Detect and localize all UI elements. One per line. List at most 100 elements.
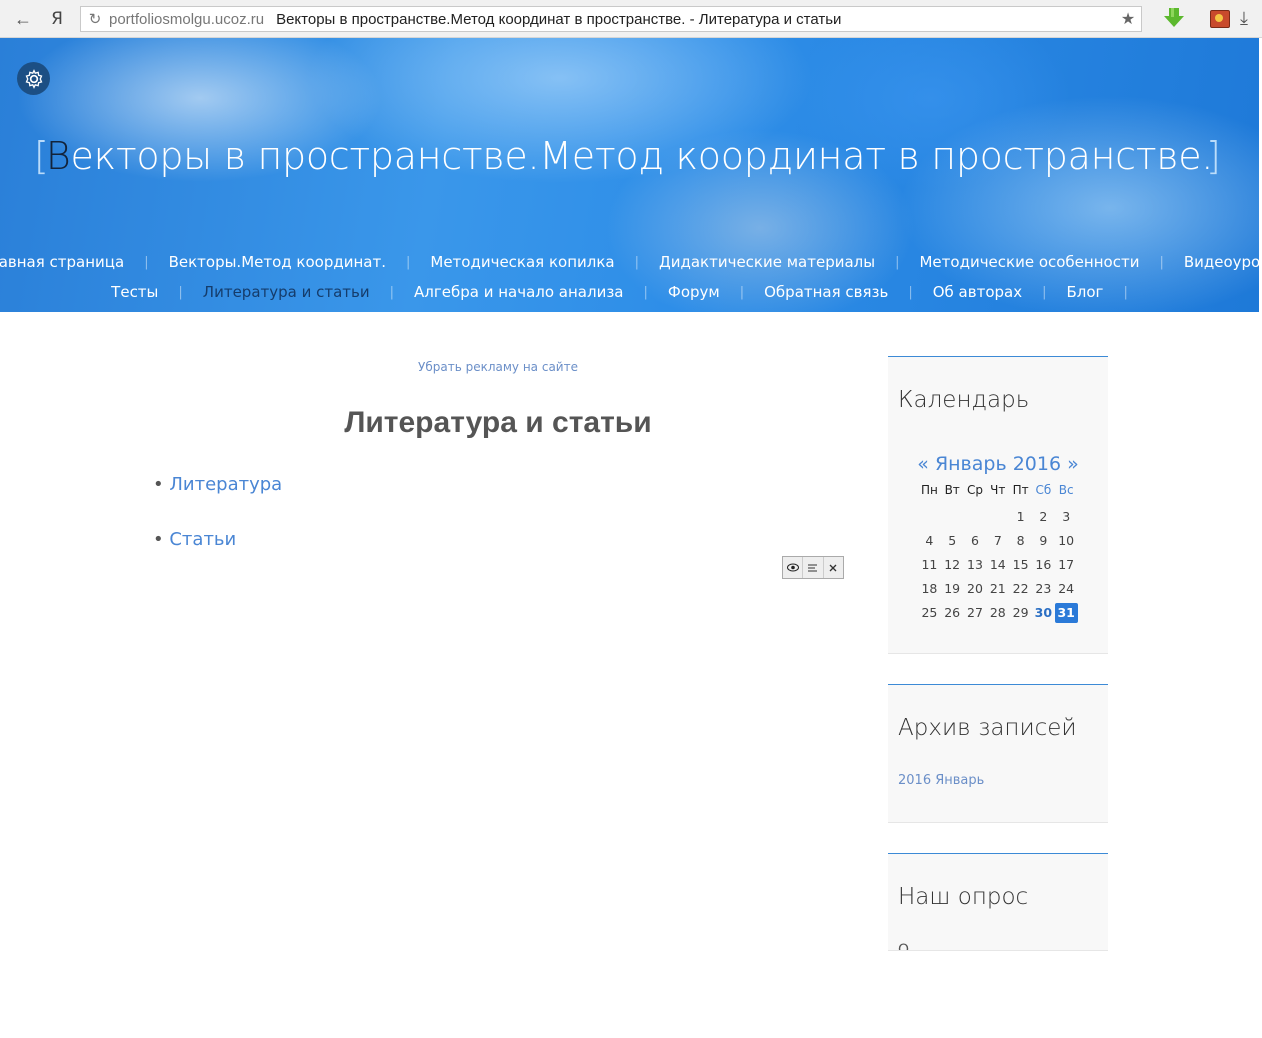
menu-item-algebra[interactable]: Алгебра и начало анализа: [414, 283, 624, 301]
calendar-day: 13: [967, 557, 983, 572]
menu-separator: |: [643, 284, 648, 300]
calendar-day: 12: [944, 557, 961, 572]
menu-item-methodical-collection[interactable]: Методическая копилка: [430, 253, 614, 271]
calendar-day: 14: [989, 557, 1006, 572]
menu-item-blog[interactable]: Блог: [1067, 283, 1104, 301]
site-title[interactable]: Векторы в пространстве.Метод координат в…: [0, 134, 1259, 178]
menu-separator: |: [739, 284, 745, 300]
site-header: [ Векторы в пространстве.Метод координат…: [0, 38, 1259, 312]
calendar-day: 27: [967, 605, 983, 620]
calendar-day: 18: [921, 581, 938, 596]
back-arrow-icon[interactable]: ←: [12, 8, 34, 30]
calendar-day-today[interactable]: 31: [1054, 603, 1078, 623]
calendar-day: 11: [921, 557, 938, 572]
calendar-header: « Январь 2016 »: [888, 453, 1108, 475]
calendar-day: 21: [989, 581, 1006, 596]
list-bullet: •: [153, 529, 164, 550]
calendar-empty-cell: [918, 505, 941, 529]
archive-link[interactable]: 2016 Январь: [898, 773, 984, 788]
site-title-first-letter: В: [45, 134, 71, 178]
calendar-week-row: 25 26 27 28 29 30 31: [918, 601, 1078, 625]
calendar-empty-cell: [964, 505, 987, 529]
calendar-title: Календарь: [898, 387, 1030, 413]
list-bullet: •: [153, 474, 164, 495]
calendar-weekday: Чт: [990, 483, 1006, 497]
calendar-empty-cell: [941, 505, 964, 529]
calendar-widget: Календарь « Январь 2016 » Пн Вт Ср Чт Пт Сб Вс…: [888, 356, 1108, 654]
settings-gear-icon[interactable]: [17, 62, 50, 95]
delete-cross-icon[interactable]: [824, 557, 843, 578]
browser-toolbar: ← Я ↻ portfoliosmolgu.ucoz.ru Векторы в …: [0, 0, 1262, 38]
calendar-day: 28: [989, 605, 1006, 620]
bookmark-star-icon[interactable]: ★: [1115, 9, 1141, 29]
menu-separator: |: [178, 284, 183, 300]
download-arrow-extension-icon[interactable]: [1162, 6, 1186, 30]
calendar-month-label[interactable]: Январь 2016: [935, 453, 1061, 475]
calendar-day-link[interactable]: 30: [1032, 601, 1055, 625]
calendar-weekday: Сб: [1035, 483, 1052, 497]
menu-item-tests[interactable]: Тесты: [111, 283, 158, 301]
calendar-day: 25: [921, 605, 938, 620]
menu-separator: |: [1042, 284, 1047, 300]
main-menu-row-1: | Главная страница | Векторы.Метод коорд…: [0, 253, 1259, 271]
menu-item-vectors[interactable]: Векторы.Метод координат.: [169, 253, 386, 271]
reload-icon[interactable]: ↻: [81, 10, 109, 28]
calendar-day: 2: [1039, 509, 1048, 524]
calendar-weekday: Вс: [1058, 483, 1074, 497]
calendar-day: 16: [1035, 557, 1052, 572]
menu-separator: |: [1159, 254, 1164, 270]
menu-separator: |: [1123, 284, 1128, 300]
calendar-day: 4: [925, 533, 934, 548]
calendar-week-row: 11 12 13 14 15 16 17: [918, 553, 1078, 577]
page-tab-title: Векторы в пространстве.Метод координат в…: [276, 10, 842, 28]
menu-item-methodical-features[interactable]: Методические особенности: [919, 253, 1139, 271]
poll-widget: Наш опрос О...: [888, 853, 1108, 951]
articles-link[interactable]: Статьи: [169, 529, 236, 550]
calendar-day: 10: [1058, 533, 1075, 548]
main-menu-row-2: Тесты | Литература и статьи | Алгебра и …: [0, 283, 1259, 301]
list-item: • Статьи: [153, 529, 236, 550]
literature-link[interactable]: Литература: [169, 474, 282, 495]
poll-question-cut: О...: [898, 942, 923, 951]
archive-widget: Архив записей 2016 Январь: [888, 684, 1108, 823]
menu-separator: |: [144, 254, 149, 270]
menu-item-feedback[interactable]: Обратная связь: [764, 283, 888, 301]
calendar-day: 19: [944, 581, 961, 596]
menu-item-didactic-materials[interactable]: Дидактические материалы: [659, 253, 875, 271]
calendar-day: 23: [1035, 581, 1052, 596]
view-eye-icon[interactable]: [783, 557, 804, 578]
calendar-day: 6: [971, 533, 979, 548]
poll-title: Наш опрос: [898, 884, 1029, 910]
menu-item-about-authors[interactable]: Об авторах: [933, 283, 1022, 301]
menu-item-forum[interactable]: Форум: [668, 283, 720, 301]
calendar-day: 15: [1012, 557, 1029, 572]
url-domain: portfoliosmolgu.ucoz.ru: [109, 10, 265, 28]
list-item: • Литература: [153, 474, 282, 495]
calendar-weekday-row: Пн Вт Ср Чт Пт Сб Вс: [918, 481, 1078, 505]
calendar-day: 29: [1012, 605, 1029, 620]
menu-item-literature[interactable]: Литература и статьи: [203, 283, 370, 301]
calendar-next-button[interactable]: »: [1067, 453, 1079, 475]
calendar-weekday: Ср: [966, 483, 983, 497]
calendar-day: 26: [944, 605, 961, 620]
calendar-grid: Пн Вт Ср Чт Пт Сб Вс 1 2 3 4 5 6 7 8 9 10 11 12 13 14 15 16 17 1…: [918, 481, 1078, 625]
calendar-prev-button[interactable]: «: [917, 453, 929, 475]
calendar-day: 3: [1062, 509, 1071, 524]
calendar-day: 20: [967, 581, 983, 596]
calendar-day: 7: [993, 533, 1002, 548]
menu-item-home[interactable]: Главная страница: [0, 253, 124, 271]
remove-ads-link[interactable]: Убрать рекламу на сайте: [150, 360, 846, 374]
menu-separator: |: [895, 254, 900, 270]
menu-separator: |: [908, 284, 913, 300]
page-title: Литература и статьи: [344, 406, 652, 439]
menu-separator: |: [406, 254, 411, 270]
downloads-icon[interactable]: ⤓: [1240, 8, 1248, 29]
title-bracket-right: ]: [1206, 134, 1221, 178]
extension-icon[interactable]: [1210, 10, 1230, 28]
yandex-button[interactable]: Я: [46, 8, 68, 30]
menu-item-video-lessons[interactable]: Видеоуроки: [1184, 253, 1259, 271]
calendar-week-row: 4 5 6 7 8 9 10: [918, 529, 1078, 553]
address-bar[interactable]: ↻ portfoliosmolgu.ucoz.ru Векторы в прос…: [80, 6, 1142, 32]
edit-text-icon[interactable]: [803, 557, 824, 578]
calendar-day: 24: [1058, 581, 1075, 596]
